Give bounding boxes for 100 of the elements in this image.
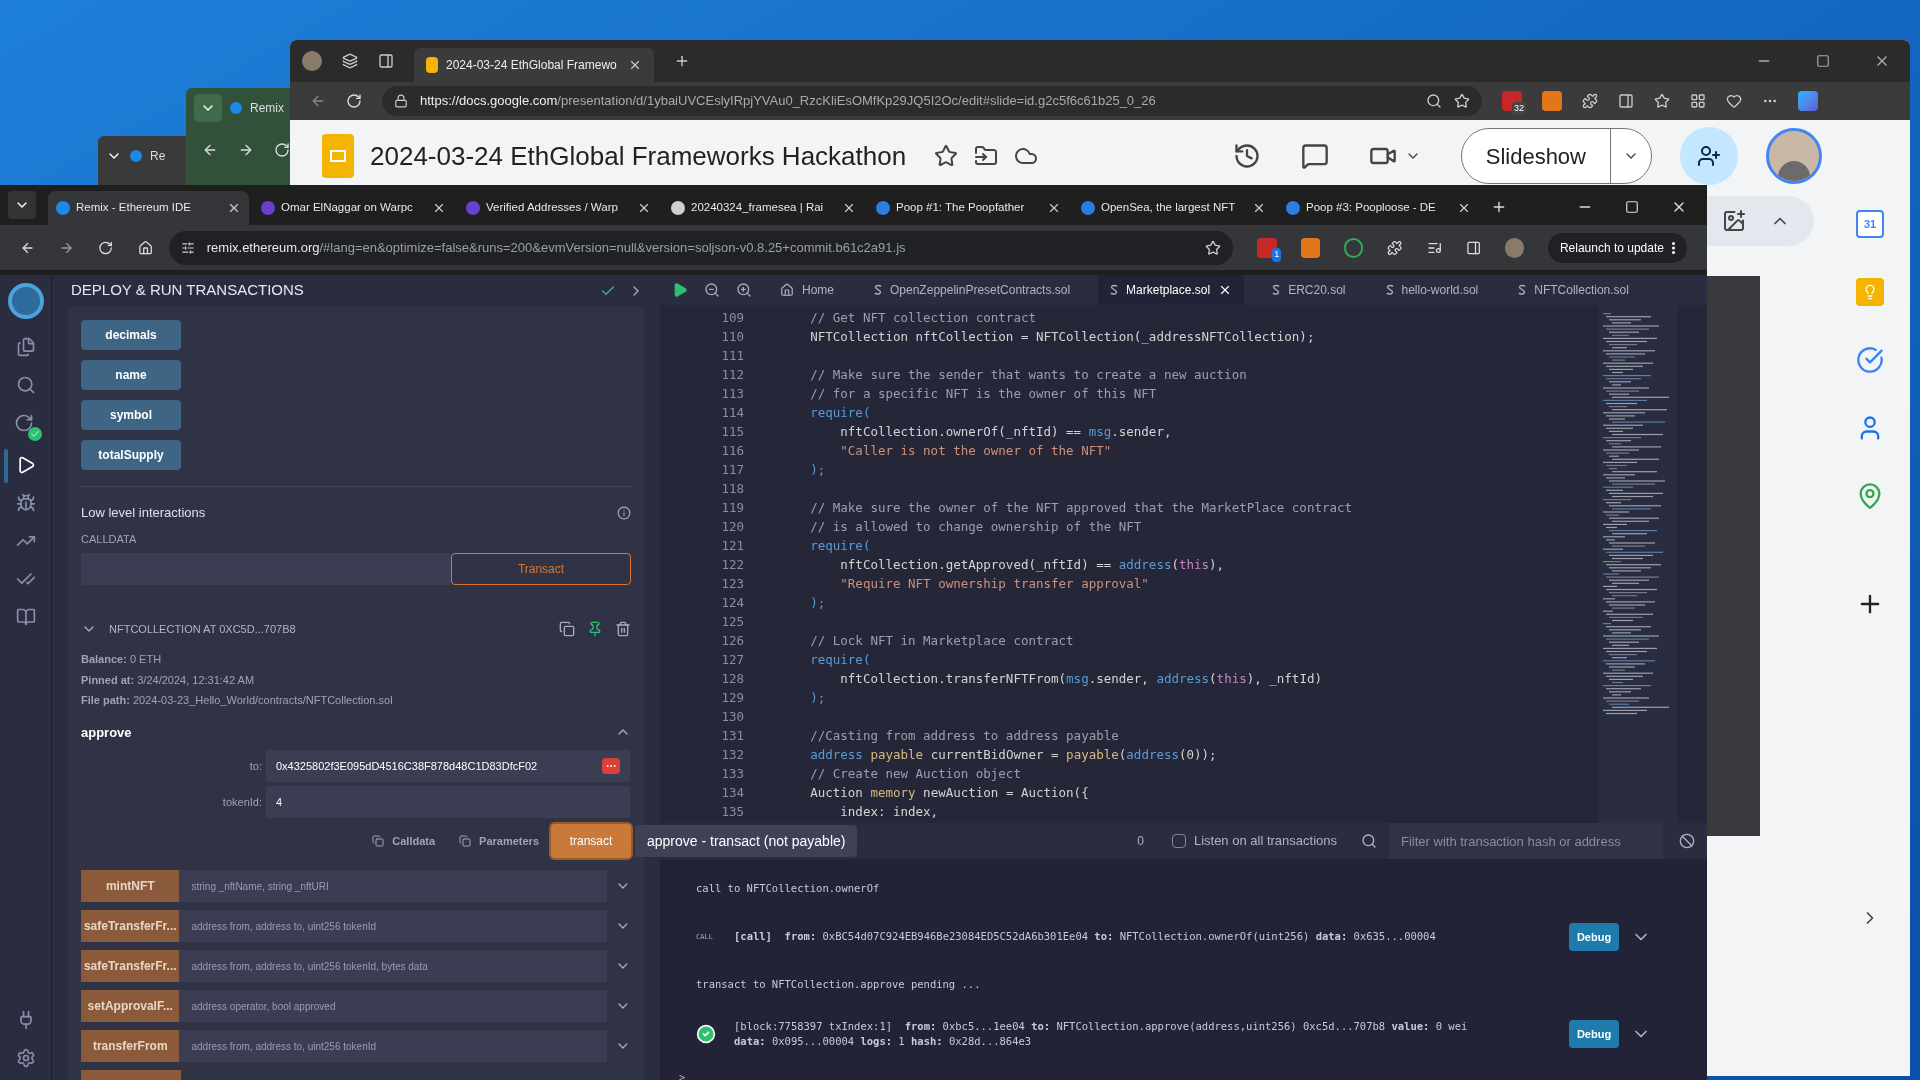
- close-tab-icon[interactable]: [842, 201, 856, 215]
- editor-tab[interactable]: ERC20.sol: [1260, 275, 1358, 305]
- remix-logo-icon[interactable]: [7, 283, 44, 319]
- forward-icon[interactable]: [238, 142, 254, 158]
- back-icon[interactable]: [202, 142, 218, 158]
- close-tab-icon[interactable]: [628, 58, 642, 72]
- instance-title[interactable]: NFTCOLLECTION AT 0XC5D...707B8: [109, 620, 559, 638]
- search-icon[interactable]: [1361, 833, 1377, 849]
- function-button[interactable]: safeTransferFr...: [81, 950, 180, 982]
- function-button[interactable]: totalSupply: [81, 440, 181, 470]
- close-tab-icon[interactable]: [432, 201, 446, 215]
- browser-tab[interactable]: OpenSea, the largest NFT: [1073, 191, 1274, 225]
- tasks-icon[interactable]: [1856, 346, 1884, 374]
- history-icon[interactable]: [1232, 142, 1261, 170]
- image-sparkle-icon[interactable]: [1722, 209, 1746, 233]
- editor-tab[interactable]: Marketplace.sol: [1098, 275, 1245, 305]
- clear-icon[interactable]: [1679, 833, 1695, 849]
- function-button[interactable]: mintNFT: [81, 870, 180, 902]
- star-icon[interactable]: [934, 144, 959, 168]
- browser-tab[interactable]: Poop #1: The Poopfather: [868, 191, 1069, 225]
- pin-icon[interactable]: [587, 621, 603, 637]
- zoom-in-icon[interactable]: [736, 282, 752, 298]
- zoom-out-icon[interactable]: [704, 282, 720, 298]
- function-button[interactable]: decimals: [81, 320, 181, 350]
- function-button[interactable]: safeTransferFr...: [81, 910, 180, 942]
- listen-checkbox[interactable]: [1171, 834, 1186, 848]
- search-icon[interactable]: [15, 375, 36, 395]
- browser-tab[interactable]: Verified Addresses / Warp: [458, 191, 659, 225]
- account-avatar[interactable]: [1766, 128, 1822, 184]
- tab-label[interactable]: Re: [150, 147, 166, 165]
- parameter-field[interactable]: 4: [266, 786, 630, 818]
- workspaces-icon[interactable]: [342, 53, 358, 69]
- move-folder-icon[interactable]: [974, 144, 999, 168]
- extension-icon[interactable]: [1344, 237, 1364, 258]
- reload-icon[interactable]: [274, 142, 290, 158]
- close-tab-icon[interactable]: [1047, 201, 1061, 215]
- relaunch-button[interactable]: Relaunch to update: [1547, 232, 1687, 263]
- home-icon[interactable]: [137, 239, 153, 256]
- tab-actions-icon[interactable]: [378, 53, 394, 69]
- reload-icon[interactable]: [346, 93, 362, 109]
- arguments-field[interactable]: address from, address to, uint256 tokenId: [179, 910, 608, 942]
- function-button[interactable]: name: [81, 360, 181, 390]
- editor-tab[interactable]: NFTCollection.sol: [1506, 275, 1641, 305]
- transact-button[interactable]: transact: [551, 824, 631, 858]
- info-icon[interactable]: [617, 505, 631, 520]
- trash-icon[interactable]: [615, 621, 631, 637]
- address-bar[interactable]: https://docs.google.com/presentation/d/1ybaiUVCEslyIRpjYVAu0_RzcKliEsOMfKp29JQ5I2Oc/edit#slide=id.g2c5f6c61b25_0_26: [382, 86, 1482, 116]
- reload-icon[interactable]: [98, 239, 114, 256]
- arguments-field[interactable]: address from, address to, uint256 tokenId, bytes data: [179, 950, 608, 982]
- slideshow-button[interactable]: Slideshow: [1460, 128, 1652, 184]
- browser-tab[interactable]: 2024-03-24 EthGlobal Framewo: [414, 48, 654, 82]
- new-tab-icon[interactable]: [674, 53, 690, 69]
- arguments-field[interactable]: address operator, bool approved: [179, 990, 608, 1022]
- files-icon[interactable]: [15, 337, 36, 357]
- calldata-input[interactable]: [81, 553, 451, 585]
- editor-tab[interactable]: Home: [768, 275, 846, 305]
- browser-tab[interactable]: Poop #3: Pooploose - DE: [1278, 191, 1479, 225]
- editor-tab[interactable]: hello-world.sol: [1373, 275, 1491, 305]
- tab-menu-button[interactable]: [8, 191, 36, 219]
- profile-avatar-icon[interactable]: [302, 51, 322, 71]
- extensions-icon[interactable]: [1582, 93, 1598, 109]
- comment-icon[interactable]: [1300, 142, 1329, 170]
- profile-avatar-icon[interactable]: [1504, 237, 1524, 258]
- arguments-field[interactable]: string _nftName, string _nftURI: [179, 870, 608, 902]
- filter-field[interactable]: Filter with transaction hash or address: [1389, 823, 1663, 859]
- browser-tab[interactable]: Remix - Ethereum IDE: [48, 191, 249, 225]
- more-icon[interactable]: [1672, 241, 1675, 254]
- close-tab-icon[interactable]: [637, 201, 651, 215]
- debug-button[interactable]: Debug: [1569, 922, 1619, 951]
- new-tab-icon[interactable]: [1491, 199, 1507, 215]
- transact-button[interactable]: Transact: [451, 553, 631, 585]
- copilot-icon[interactable]: [1798, 91, 1818, 111]
- parameter-field[interactable]: 0x4325802f3E095dD4516C38F878d48C1D83DfcF02: [266, 750, 630, 782]
- collections-icon[interactable]: [1690, 93, 1706, 109]
- favorites-icon[interactable]: [1654, 93, 1670, 109]
- learn-icon[interactable]: [15, 607, 36, 627]
- debug-icon[interactable]: [15, 493, 36, 513]
- browser-tab[interactable]: 20240324_framesea | Rai: [663, 191, 864, 225]
- function-button[interactable]: symbol: [81, 400, 181, 430]
- copy-icon[interactable]: [559, 621, 575, 637]
- close-tab-icon[interactable]: [1457, 201, 1471, 215]
- address-bar[interactable]: remix.ethereum.org/#lang=en&optimize=false&runs=200&evmVersion=null&version=soljson-v0.8.25+commit.b61c2a91.js: [168, 230, 1234, 265]
- site-settings-icon[interactable]: [180, 240, 195, 255]
- side-panel-icon[interactable]: [1465, 239, 1481, 256]
- calldata-button[interactable]: Calldata: [372, 832, 436, 850]
- close-tab-icon[interactable]: [227, 201, 241, 215]
- calendar-icon[interactable]: 31: [1856, 210, 1884, 238]
- extensions-icon[interactable]: [1387, 239, 1403, 256]
- function-button[interactable]: setApprovalF...: [81, 990, 180, 1022]
- zoom-icon[interactable]: [1426, 93, 1442, 109]
- function-button[interactable]: transferFrom: [81, 1030, 180, 1062]
- compiler-icon[interactable]: [13, 413, 34, 433]
- fox-extension-icon[interactable]: [1301, 237, 1321, 258]
- browser-tab[interactable]: Omar ElNaggar on Warpc: [253, 191, 454, 225]
- debug-button[interactable]: Debug: [1569, 1020, 1619, 1049]
- tab-label[interactable]: Remix: [250, 99, 284, 117]
- more-options-icon[interactable]: [602, 758, 620, 774]
- health-icon[interactable]: [1726, 93, 1742, 109]
- settings-icon[interactable]: [15, 1048, 36, 1068]
- editor-tab[interactable]: OpenZeppelinPresetContracts.sol: [862, 275, 1083, 305]
